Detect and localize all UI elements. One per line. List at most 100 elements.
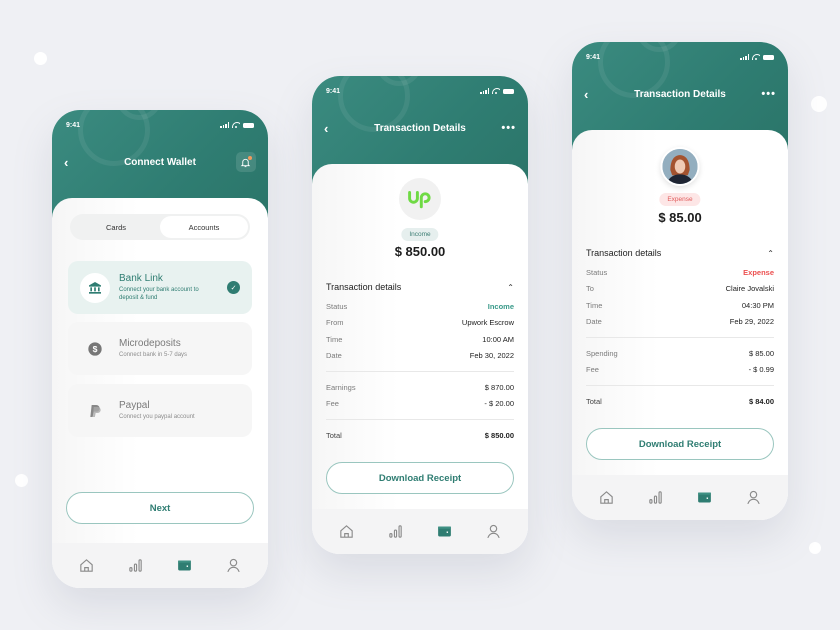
tab-stats[interactable] (125, 555, 147, 577)
tab-wallet[interactable] (434, 521, 456, 543)
row-value: Expense (743, 267, 774, 277)
wifi-icon (752, 54, 760, 60)
chevron-left-icon[interactable]: ‹ (324, 121, 344, 136)
tab-profile[interactable] (483, 521, 505, 543)
option-name: Microdeposits (119, 337, 181, 349)
detail-row: Fee - $ 20.00 (326, 396, 514, 413)
row-label: Status (326, 301, 348, 311)
person-photo-icon (662, 149, 698, 184)
notifications-button[interactable] (235, 152, 256, 172)
row-value: 04:30 PM (741, 300, 774, 310)
tab-stats[interactable] (385, 521, 407, 543)
user-icon (747, 490, 760, 505)
battery-icon (243, 122, 254, 128)
next-button[interactable]: Next (66, 492, 254, 524)
chevron-left-icon[interactable]: ‹ (64, 155, 84, 170)
transaction-details-section: Transaction details ⌃ Status Expense To Cl… (586, 246, 774, 410)
wifi-icon (232, 122, 240, 128)
divider (326, 419, 514, 420)
chevron-left-icon[interactable]: ‹ (584, 87, 604, 102)
tab-home[interactable] (336, 521, 358, 543)
row-label: Time (586, 300, 603, 310)
option-bank-link[interactable]: Bank Link Connect your bank account to d… (68, 261, 252, 314)
home-icon (600, 491, 613, 504)
wallet-icon (698, 492, 711, 503)
tab-home[interactable] (596, 487, 618, 509)
decor-dot (809, 542, 821, 554)
status-time: 9:41 (326, 87, 341, 95)
battery-icon (503, 88, 514, 94)
row-label: Spending (586, 348, 618, 358)
option-desc: Connect bank in 5-7 days (119, 351, 188, 358)
status-time: 9:41 (66, 121, 81, 129)
signal-icon (480, 88, 489, 94)
content: Cards Accounts Bank Link Connect your ba… (52, 198, 268, 588)
wallet-icon (178, 560, 191, 571)
tab-cards[interactable]: Cards (72, 216, 160, 238)
row-value: $ 84.00 (748, 396, 774, 406)
status-bar: 9:41 (326, 86, 514, 96)
tab-home[interactable] (76, 555, 98, 577)
row-label: Total (326, 430, 342, 440)
total-row: Total $ 84.00 (586, 393, 774, 410)
row-value: Feb 29, 2022 (729, 317, 774, 327)
option-icon-wrap (80, 272, 110, 303)
page-title: Transaction Details (374, 122, 466, 134)
dollar-icon: $ (88, 341, 102, 356)
detail-row: Status Expense (586, 264, 774, 281)
row-value: Feb 30, 2022 (469, 351, 514, 361)
more-horizontal-icon[interactable]: ••• (496, 122, 516, 134)
battery-icon (763, 54, 774, 60)
tab-wallet[interactable] (174, 555, 196, 577)
option-name: Paypal (119, 399, 150, 411)
download-receipt-button[interactable]: Download Receipt (326, 462, 514, 494)
option-paypal[interactable]: Paypal Connect you paypal account (68, 384, 252, 437)
home-icon (80, 559, 93, 572)
divider (586, 337, 774, 338)
chart-icon (389, 525, 402, 538)
option-icon-wrap (80, 396, 110, 426)
detail-row: Time 04:30 PM (586, 297, 774, 314)
chart-icon (649, 491, 662, 504)
content: Expense $ 85.00 Transaction details ⌃ St… (572, 130, 788, 520)
detail-row: Date Feb 29, 2022 (586, 314, 774, 331)
chevron-up-icon[interactable]: ⌃ (767, 249, 774, 258)
tab-profile[interactable] (743, 487, 765, 509)
row-value: $ 85.00 (748, 348, 774, 358)
row-label: Date (326, 351, 342, 361)
option-desc: Connect your bank account to deposit & f… (119, 286, 199, 301)
user-icon (487, 524, 500, 539)
status-time: 9:41 (586, 53, 601, 61)
status-bar: 9:41 (66, 120, 254, 130)
tab-accounts[interactable]: Accounts (160, 216, 248, 238)
section-title: Transaction details (326, 282, 402, 292)
more-horizontal-icon[interactable]: ••• (756, 88, 776, 100)
status-bar: 9:41 (586, 52, 774, 62)
paypal-icon (90, 404, 101, 417)
divider (586, 385, 774, 386)
row-label: To (586, 284, 594, 294)
phone-income-details: 9:41 ‹ Transaction Details ••• Income $ … (312, 76, 528, 554)
transaction-details-section: Transaction details ⌃ Status Income From U… (326, 280, 514, 444)
row-value: Income (487, 301, 514, 311)
option-microdeposits[interactable]: $ Microdeposits Connect bank in 5-7 days (68, 322, 252, 375)
download-receipt-button[interactable]: Download Receipt (586, 428, 774, 460)
chevron-up-icon[interactable]: ⌃ (507, 283, 514, 292)
decor-dot (811, 96, 827, 112)
transaction-amount: $ 85.00 (658, 210, 702, 225)
avatar (660, 147, 700, 186)
bottom-tab-bar (312, 509, 528, 554)
detail-row: Time 10:00 AM (326, 331, 514, 348)
row-label: Date (586, 317, 602, 327)
bottom-tab-bar (572, 475, 788, 520)
phone-connect-wallet: 9:41 ‹ Connect Wallet Cards Accounts Ban… (52, 110, 268, 588)
signal-icon (220, 122, 229, 128)
section-title: Transaction details (586, 248, 662, 258)
tab-stats[interactable] (645, 487, 667, 509)
detail-row: Earnings $ 870.00 (326, 379, 514, 396)
tab-profile[interactable] (223, 555, 245, 577)
nav-bar: ‹ Transaction Details ••• (584, 82, 776, 106)
tab-wallet[interactable] (694, 487, 716, 509)
user-icon (227, 558, 240, 573)
decor-dot (15, 474, 28, 487)
